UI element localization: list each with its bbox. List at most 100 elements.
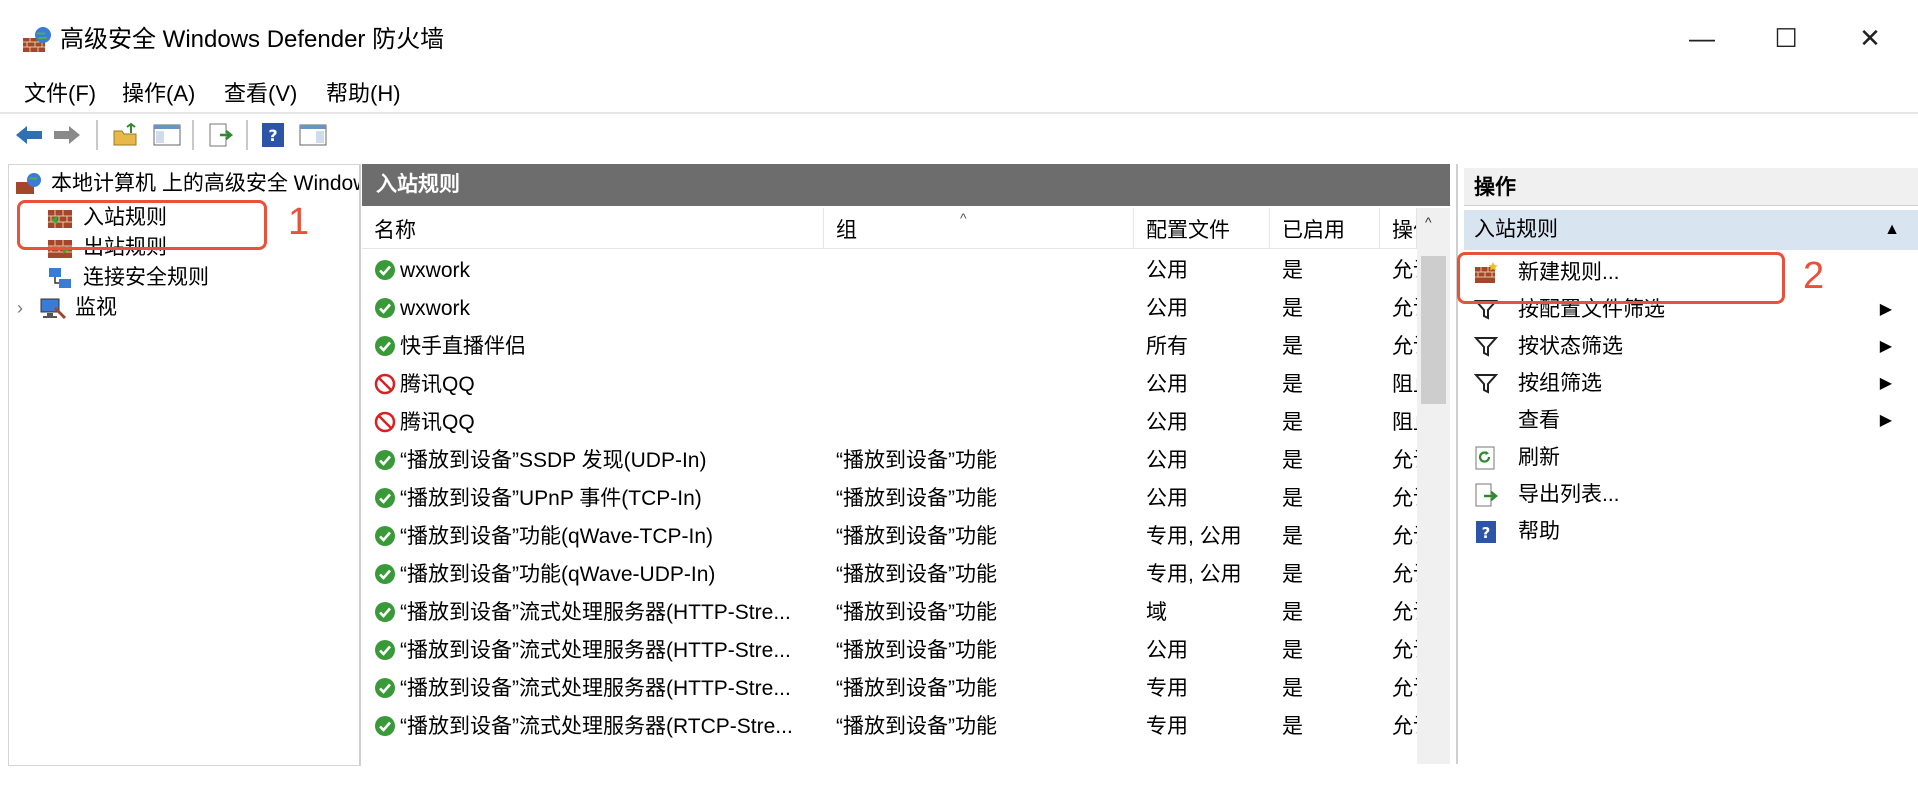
tree-item-monitoring[interactable]: › 监视: [17, 293, 117, 323]
cell-enabled: 是: [1282, 480, 1378, 518]
cell-text: 腾讯QQ: [400, 373, 475, 396]
minimize-button[interactable]: —: [1674, 18, 1730, 58]
column-header-row: 名称 组 ^ 配置文件 已启用 操作: [362, 208, 1417, 249]
show-hide-tree-icon[interactable]: [150, 118, 184, 152]
export-icon: [1475, 483, 1498, 507]
up-folder-icon[interactable]: [108, 118, 142, 152]
tree-item-label: 连接安全规则: [83, 266, 209, 289]
action-item[interactable]: 刷新: [1464, 437, 1918, 479]
allow-rule-icon: [375, 601, 395, 622]
tree-item-label: 监视: [75, 296, 117, 319]
cell-action: 允许: [1392, 594, 1417, 632]
table-row[interactable]: “播放到设备”流式处理服务器(HTTP-Stre... “播放到设备”功能 域 是 允许: [362, 594, 1417, 632]
action-item[interactable]: 按组筛选 ▶: [1464, 363, 1918, 405]
table-row[interactable]: 快手直播伴侣 所有 是 允许: [362, 328, 1417, 366]
cell-enabled: 是: [1282, 670, 1378, 708]
allow-rule-icon: [375, 259, 395, 280]
svg-text:?: ?: [268, 126, 277, 145]
cell-text: 是: [1282, 639, 1303, 662]
table-row[interactable]: “播放到设备”流式处理服务器(HTTP-Stre... “播放到设备”功能 公用 是 允…: [362, 632, 1417, 670]
table-row[interactable]: wxwork 公用 是 允许: [362, 252, 1417, 290]
vertical-scrollbar[interactable]: ^: [1417, 208, 1450, 764]
cell-text: “播放到设备”流式处理服务器(HTTP-Stre...: [400, 677, 791, 700]
callout-number-1: 1: [288, 201, 310, 243]
cell-text: 允许: [1392, 487, 1417, 510]
tree-item-connection-security-rules[interactable]: 连接安全规则: [47, 263, 209, 293]
toolbar-separator: [192, 120, 194, 150]
table-row[interactable]: “播放到设备”流式处理服务器(HTTP-Stre... “播放到设备”功能 专用 是 允…: [362, 670, 1417, 708]
connection-security-icon: [49, 268, 71, 288]
filter-icon: [1474, 374, 1498, 394]
menu-action[interactable]: 操作(A): [122, 80, 195, 108]
scroll-up-icon[interactable]: ^: [1425, 214, 1432, 230]
menu-help[interactable]: 帮助(H): [326, 80, 401, 108]
cell-text: “播放到设备”功能: [836, 487, 997, 510]
allow-rule-icon: [375, 297, 395, 318]
navigation-tree: 本地计算机 上的高级安全 Windows Defender 防火墙 入站规则 出…: [8, 164, 361, 766]
cell-name: “播放到设备”SSDP 发现(UDP-In): [374, 442, 822, 480]
cell-text: 公用: [1146, 411, 1188, 434]
cell-action: 阻止: [1392, 404, 1417, 442]
forward-icon[interactable]: [50, 118, 84, 152]
cell-enabled: 是: [1282, 366, 1378, 404]
table-row[interactable]: 腾讯QQ 公用 是 阻止: [362, 366, 1417, 404]
menu-file[interactable]: 文件(F): [24, 80, 96, 108]
column-name[interactable]: 名称: [362, 208, 824, 248]
cell-name: “播放到设备”流式处理服务器(HTTP-Stre...: [374, 632, 822, 670]
column-action[interactable]: 操作: [1380, 208, 1417, 248]
tree-root[interactable]: 本地计算机 上的高级安全 Windows Defender 防火墙: [15, 169, 359, 199]
list-header-title: 入站规则: [362, 164, 1450, 206]
table-row[interactable]: “播放到设备”SSDP 发现(UDP-In) “播放到设备”功能 公用 是 允许: [362, 442, 1417, 480]
export-list-icon[interactable]: [204, 118, 238, 152]
cell-action: 允许: [1392, 290, 1417, 328]
action-item[interactable]: ? 帮助: [1464, 511, 1918, 553]
cell-text: 腾讯QQ: [400, 411, 475, 434]
cell-text: “播放到设备”功能: [836, 563, 997, 586]
column-profile[interactable]: 配置文件: [1134, 208, 1270, 248]
close-button[interactable]: ✕: [1842, 18, 1898, 58]
show-action-pane-icon[interactable]: [296, 118, 330, 152]
action-item[interactable]: 导出列表...: [1464, 474, 1918, 516]
help-icon[interactable]: ?: [256, 118, 290, 152]
table-row[interactable]: 腾讯QQ 公用 是 阻止: [362, 404, 1417, 442]
maximize-button[interactable]: ☐: [1758, 18, 1814, 58]
table-row[interactable]: “播放到设备”功能(qWave-UDP-In) “播放到设备”功能 专用, 公用 是 允…: [362, 556, 1417, 594]
cell-text: 是: [1282, 449, 1303, 472]
scrollbar-thumb[interactable]: [1421, 256, 1446, 404]
cell-group: “播放到设备”功能: [836, 708, 1132, 746]
cell-name: “播放到设备”流式处理服务器(HTTP-Stre...: [374, 670, 822, 708]
table-row[interactable]: “播放到设备”流式处理服务器(RTCP-Stre... “播放到设备”功能 专用 是 允…: [362, 708, 1417, 746]
cell-text: “播放到设备”流式处理服务器(RTCP-Stre...: [400, 715, 793, 738]
column-group[interactable]: 组: [824, 208, 1134, 248]
action-item[interactable]: 查看 ▶: [1464, 400, 1918, 442]
table-row[interactable]: wxwork 公用 是 允许: [362, 290, 1417, 328]
cell-text: 是: [1282, 335, 1303, 358]
expand-chevron-icon[interactable]: ›: [17, 293, 39, 323]
cell-name: 腾讯QQ: [374, 404, 822, 442]
cell-name: “播放到设备”功能(qWave-UDP-In): [374, 556, 822, 594]
action-item[interactable]: 按状态筛选 ▶: [1464, 326, 1918, 368]
cell-enabled: 是: [1282, 290, 1378, 328]
menu-view[interactable]: 查看(V): [224, 80, 297, 108]
cell-name: “播放到设备”功能(qWave-TCP-In): [374, 518, 822, 556]
cell-name: wxwork: [374, 252, 822, 290]
rules-list-pane: 入站规则 名称 组 ^ 配置文件 已启用 操作 wxwork公用是允许wxwor…: [362, 164, 1450, 764]
cell-text: 公用: [1146, 259, 1188, 282]
block-rule-icon: [374, 373, 396, 395]
cell-text: 是: [1282, 259, 1303, 282]
table-row[interactable]: “播放到设备”功能(qWave-TCP-In) “播放到设备”功能 专用, 公用 是 允…: [362, 518, 1417, 556]
actions-section-inbound[interactable]: 入站规则 ▲: [1464, 210, 1918, 250]
cell-profile: 公用: [1146, 252, 1268, 290]
cell-text: “播放到设备”功能(qWave-UDP-In): [400, 563, 716, 586]
cell-profile: 公用: [1146, 480, 1268, 518]
back-icon[interactable]: [12, 118, 46, 152]
cell-enabled: 是: [1282, 404, 1378, 442]
cell-enabled: 是: [1282, 594, 1378, 632]
table-row[interactable]: “播放到设备”UPnP 事件(TCP-In) “播放到设备”功能 公用 是 允许: [362, 480, 1417, 518]
action-item-label: 导出列表...: [1518, 483, 1620, 506]
cell-profile: 专用, 公用: [1146, 518, 1268, 556]
collapse-triangle-icon[interactable]: ▲: [1884, 210, 1900, 250]
toolbar-separator: [246, 120, 248, 150]
cell-text: 域: [1146, 601, 1167, 624]
column-enabled[interactable]: 已启用: [1270, 208, 1380, 248]
